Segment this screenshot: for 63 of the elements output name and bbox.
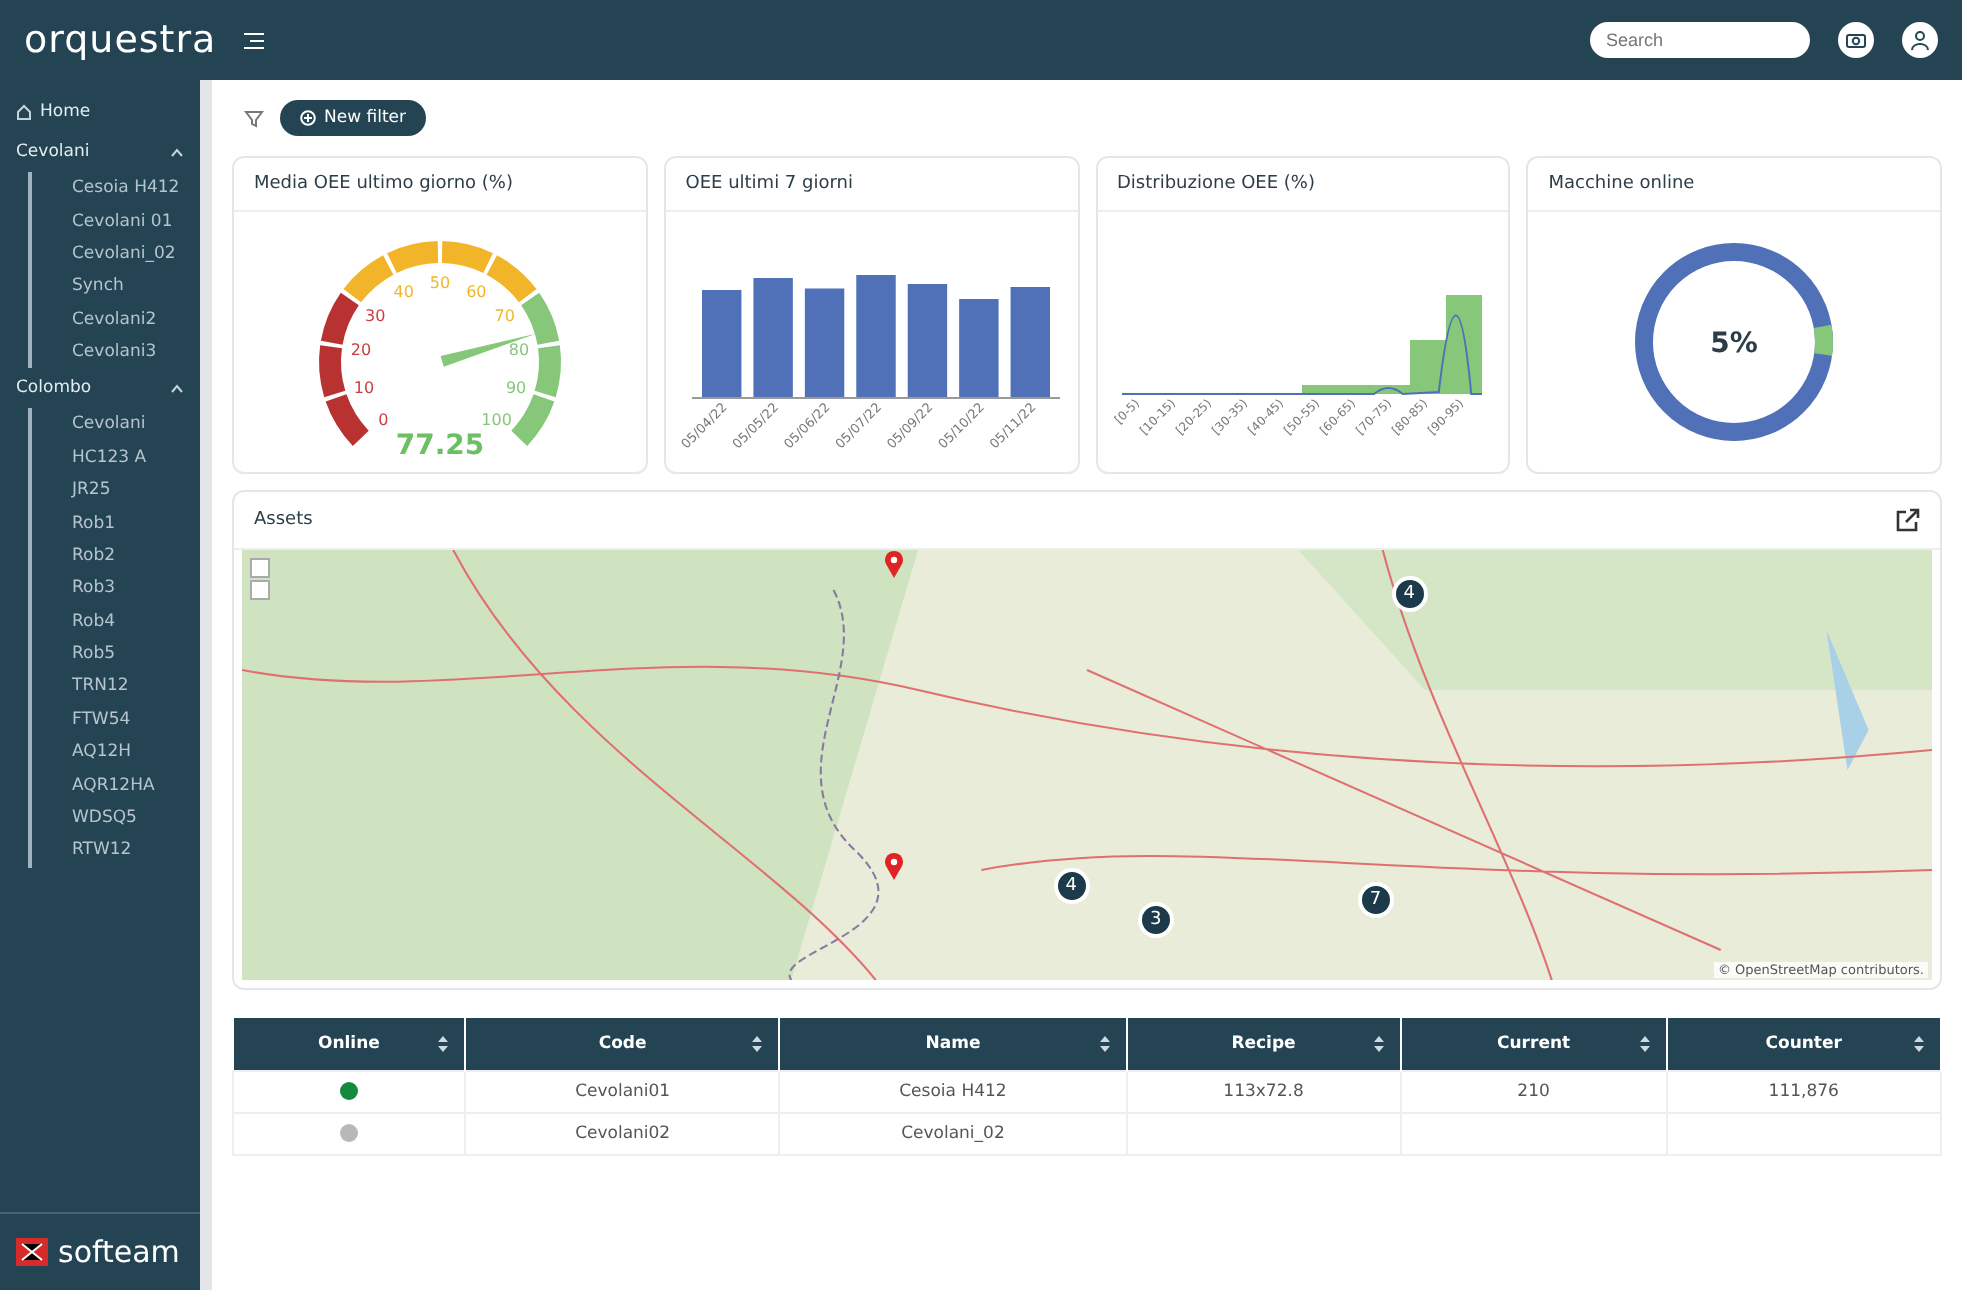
menu-icon[interactable] [244,31,265,49]
column-header[interactable]: Name [779,1018,1127,1071]
chevron-icon[interactable] [170,383,184,394]
sort-icon[interactable] [1099,1036,1110,1052]
gauge-tick-label: 10 [353,377,374,396]
sort-icon[interactable] [1914,1036,1924,1052]
gauge-tick-label: 100 [481,409,512,428]
home-icon [16,104,32,120]
column-header[interactable]: Online [233,1018,466,1071]
card-title: Assets [254,510,313,530]
column-header[interactable]: Code [465,1018,780,1071]
filter-icon[interactable] [244,109,264,127]
group-nav-item[interactable]: Cevolani [0,132,200,172]
column-header[interactable]: Current [1400,1018,1667,1071]
external-link-icon[interactable] [1896,508,1920,532]
map-pin-icon[interactable] [884,550,905,578]
home-nav-item[interactable]: Home [0,92,200,132]
map-cluster-marker[interactable]: 7 [1357,881,1394,918]
map-cluster-marker[interactable]: 4 [1053,868,1090,905]
gauge-needle [440,332,536,366]
card-title: Media OEE ultimo giorno (%) [254,174,513,194]
chevron-icon[interactable] [170,147,184,157]
search-field[interactable]: Search [1590,22,1810,58]
table-cell: 210 [1400,1071,1667,1113]
gauge-tick-label: 40 [393,281,414,300]
donut-value: 5% [1710,327,1759,359]
gauge-tick-label: 0 [378,409,389,428]
new-filter-button[interactable]: New filter [280,100,427,136]
app-logo: orquestra [24,18,217,62]
nav-label: Cevolani [16,142,90,162]
sort-icon[interactable] [1373,1036,1384,1052]
table-cell: 111,876 [1666,1071,1941,1113]
camera-icon[interactable] [1838,22,1874,58]
plus-circle-icon [300,110,316,126]
gauge-tick-label: 90 [505,377,526,396]
gauge-tick-label: 70 [494,306,515,324]
nav-label: Home [40,102,91,122]
column-header[interactable]: Counter [1666,1018,1941,1071]
sort-icon[interactable] [1639,1036,1650,1052]
gauge-tick-label: 20 [350,340,371,359]
table-cell: Cevolani_02 [779,1113,1127,1155]
card-title: Macchine online [1548,174,1695,194]
gauge-tick-label: 60 [465,281,487,300]
table-cell: Cevolani01 [465,1071,780,1113]
table-cell: Cevolani02 [465,1113,780,1155]
table-cell: 113x72.8 [1126,1071,1401,1113]
map-pin-icon[interactable] [884,851,905,879]
group-nav-item[interactable]: Colombo [0,368,200,409]
user-icon[interactable] [1902,22,1938,58]
card-title: OEE ultimi 7 giorni [685,174,853,194]
card-title: Distribuzione OEE (%) [1117,174,1315,194]
sort-icon[interactable] [752,1036,763,1052]
table-cell: Cesoia H412 [779,1071,1127,1113]
nav-label: Colombo [16,378,92,399]
gauge-tick-label: 80 [508,340,529,359]
column-header[interactable]: Recipe [1126,1018,1401,1071]
brand-mark-icon [16,1238,48,1266]
gauge-value: 77.25 [395,429,485,461]
sort-icon[interactable] [438,1036,449,1052]
brand-name: softeam [58,1234,180,1270]
gauge-tick-label: 30 [364,306,386,324]
gauge-tick-label: 50 [429,273,450,291]
map-cluster-marker[interactable]: 3 [1137,902,1174,939]
